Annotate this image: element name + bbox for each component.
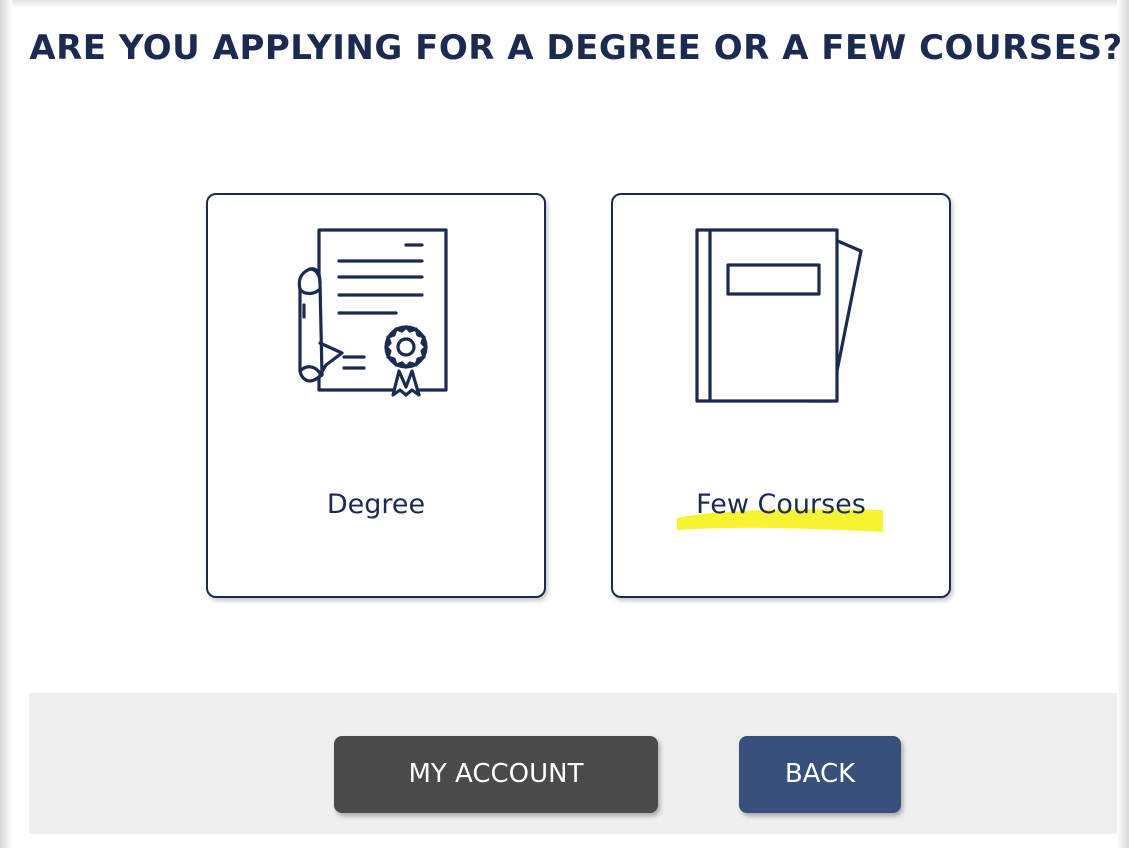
left-edge-shadow xyxy=(0,0,12,848)
few-courses-option-label: Few Courses xyxy=(696,489,866,520)
book-icon xyxy=(613,225,949,405)
top-edge-shadow xyxy=(0,0,1129,8)
degree-option-card[interactable]: Degree xyxy=(206,193,546,598)
right-edge-shadow xyxy=(1117,0,1129,848)
few-courses-option-card[interactable]: Few Courses xyxy=(611,193,951,598)
application-type-page: ARE YOU APPLYING FOR A DEGREE OR A FEW C… xyxy=(0,0,1129,848)
footer-action-bar: MY ACCOUNT BACK xyxy=(29,693,1117,834)
back-button[interactable]: BACK xyxy=(739,736,901,813)
degree-option-label: Degree xyxy=(326,489,426,520)
my-account-button[interactable]: MY ACCOUNT xyxy=(334,736,658,813)
page-title: ARE YOU APPLYING FOR A DEGREE OR A FEW C… xyxy=(29,28,1123,68)
diploma-certificate-icon xyxy=(208,225,544,405)
